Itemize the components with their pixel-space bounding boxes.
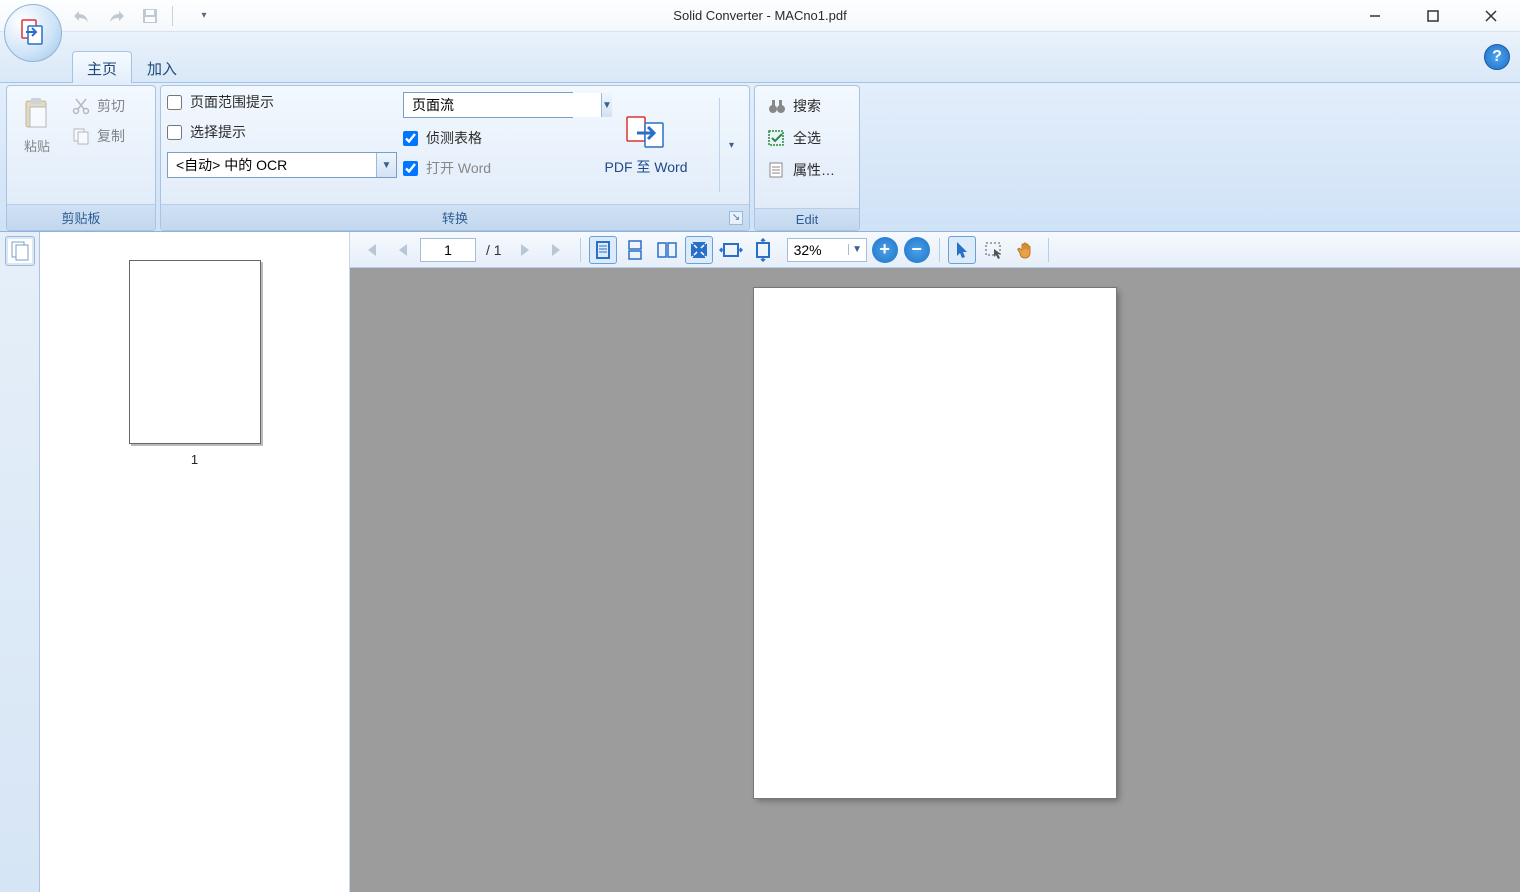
select-all-button[interactable]: 全选 (763, 126, 851, 150)
help-icon[interactable]: ? (1484, 44, 1510, 70)
cut-label: 剪切 (97, 96, 125, 116)
document-viewer: / 1 ▼ + − (350, 232, 1520, 892)
copy-label: 复制 (97, 126, 125, 146)
select-all-label: 全选 (793, 128, 821, 148)
chevron-down-icon[interactable]: ▼ (848, 244, 866, 255)
quick-access-toolbar: ▾ (68, 4, 218, 28)
pointer-tool-button[interactable] (948, 236, 976, 264)
current-page-input[interactable] (420, 238, 476, 262)
fit-height-button[interactable] (749, 236, 777, 264)
redo-button[interactable] (102, 4, 130, 28)
group-convert: 页面范围提示 选择提示 ▼ ▼ 侦测表格 打开 Word PDF 至 Word … (160, 85, 750, 231)
group-edit: 搜索 全选 属性… Edit (754, 85, 860, 231)
window-controls (1346, 0, 1520, 32)
detect-tables-checkbox[interactable]: 侦测表格 (403, 128, 573, 148)
fit-width-button[interactable] (717, 236, 745, 264)
window-title: Solid Converter - MACno1.pdf (673, 8, 846, 23)
copy-button[interactable]: 复制 (67, 124, 129, 148)
zoom-combo[interactable]: ▼ (787, 238, 867, 262)
page-canvas[interactable] (350, 268, 1520, 892)
qat-separator (172, 6, 182, 26)
hand-tool-button[interactable] (1012, 236, 1040, 264)
tab-home[interactable]: 主页 (72, 51, 132, 83)
qat-dropdown[interactable]: ▾ (190, 4, 218, 28)
scissors-icon (71, 96, 91, 116)
search-label: 搜索 (793, 96, 821, 116)
side-tabstrip (0, 232, 40, 892)
paste-button[interactable]: 粘贴 (13, 92, 61, 198)
clipboard-icon (21, 96, 53, 132)
next-page-button[interactable] (512, 236, 540, 264)
thumbnails-panel: 1 (40, 232, 350, 892)
ocr-combo[interactable]: ▼ (167, 152, 397, 178)
fit-page-button[interactable] (685, 236, 713, 264)
viewer-toolbar: / 1 ▼ + − (350, 232, 1520, 268)
search-button[interactable]: 搜索 (763, 94, 851, 118)
workspace: 1 / 1 ▼ + − (0, 232, 1520, 892)
group-edit-label: Edit (755, 208, 859, 230)
close-button[interactable] (1462, 0, 1520, 32)
thumbnail-label: 1 (191, 452, 198, 467)
app-menu-button[interactable] (4, 4, 62, 62)
select-prompt-label: 选择提示 (190, 122, 246, 142)
select-all-icon (767, 128, 787, 148)
ribbon-tabs: 主页 加入 ? (0, 32, 1520, 82)
binoculars-icon (767, 96, 787, 116)
facing-view-button[interactable] (653, 236, 681, 264)
last-page-button[interactable] (544, 236, 572, 264)
toolbar-separator (939, 238, 940, 262)
pdf-to-word-icon (623, 113, 669, 153)
ocr-combo-value[interactable] (168, 153, 376, 177)
tab-join[interactable]: 加入 (132, 51, 192, 83)
pdf-to-word-button[interactable]: PDF 至 Word (579, 92, 713, 198)
continuous-view-button[interactable] (621, 236, 649, 264)
page-range-prompt-checkbox[interactable]: 页面范围提示 (167, 92, 397, 112)
copy-icon (71, 126, 91, 146)
marquee-tool-button[interactable] (980, 236, 1008, 264)
toolbar-separator (580, 238, 581, 262)
zoom-value[interactable] (788, 242, 848, 258)
zoom-out-button[interactable]: − (903, 236, 931, 264)
cut-button[interactable]: 剪切 (67, 94, 129, 118)
open-word-label: 打开 Word (426, 158, 491, 178)
chevron-down-icon[interactable]: ▼ (376, 153, 396, 177)
paste-label: 粘贴 (24, 136, 50, 155)
document-page (754, 288, 1116, 798)
page-range-prompt-label: 页面范围提示 (190, 92, 274, 112)
group-clipboard-label: 剪贴板 (7, 204, 155, 230)
pages-icon (11, 241, 29, 261)
properties-button[interactable]: 属性… (763, 158, 851, 182)
first-page-button[interactable] (356, 236, 384, 264)
maximize-button[interactable] (1404, 0, 1462, 32)
pdf-to-word-label: PDF 至 Word (605, 157, 688, 177)
group-convert-label: 转换↘ (161, 204, 749, 230)
properties-icon (767, 160, 787, 180)
ribbon: 粘贴 剪切 复制 剪贴板 页面范围提示 选择提示 ▼ (0, 82, 1520, 232)
page-total: / 1 (480, 242, 508, 258)
flow-combo-value[interactable] (404, 93, 601, 117)
flow-combo[interactable]: ▼ (403, 92, 573, 118)
minimize-button[interactable] (1346, 0, 1404, 32)
thumbnail-page-1[interactable] (129, 260, 261, 444)
thumbnails-tab[interactable] (5, 236, 35, 266)
title-bar: ▾ Solid Converter - MACno1.pdf (0, 0, 1520, 32)
single-page-view-button[interactable] (589, 236, 617, 264)
prev-page-button[interactable] (388, 236, 416, 264)
group-clipboard: 粘贴 剪切 复制 剪贴板 (6, 85, 156, 231)
open-word-checkbox[interactable]: 打开 Word (403, 158, 573, 178)
detect-tables-label: 侦测表格 (426, 128, 482, 148)
undo-button[interactable] (68, 4, 96, 28)
properties-label: 属性… (793, 160, 835, 180)
select-prompt-checkbox[interactable]: 选择提示 (167, 122, 397, 142)
dialog-launcher-icon[interactable]: ↘ (729, 211, 743, 225)
toolbar-separator (1048, 238, 1049, 262)
zoom-in-button[interactable]: + (871, 236, 899, 264)
pdf-to-word-dropdown[interactable]: ▾ (719, 98, 743, 192)
save-button[interactable] (136, 4, 164, 28)
